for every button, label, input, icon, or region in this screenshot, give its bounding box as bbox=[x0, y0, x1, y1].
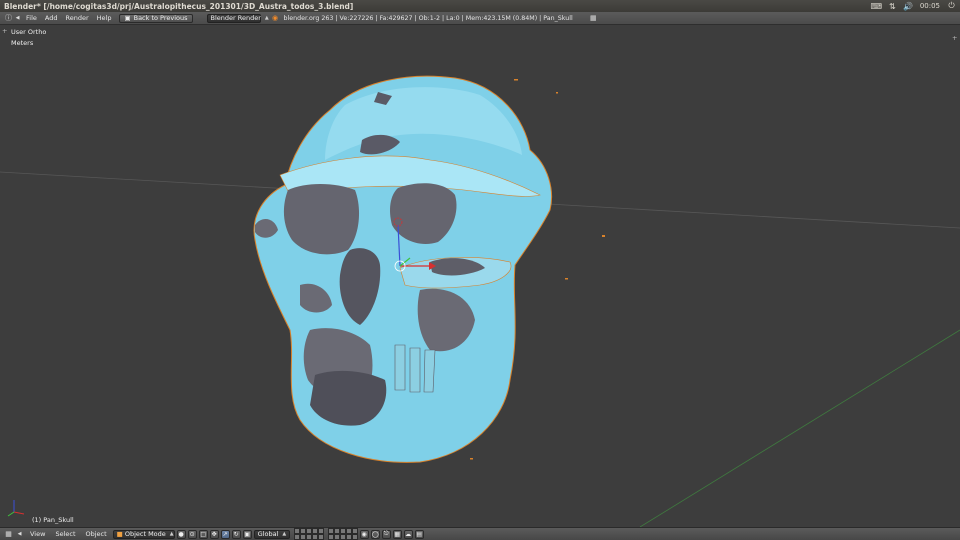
window-titlebar: Blender* [/home/cogitas3d/prj/Australopi… bbox=[0, 0, 960, 12]
render-engine-select[interactable]: Blender Render ▲ bbox=[206, 13, 269, 23]
menu-add[interactable]: Add bbox=[41, 14, 62, 22]
pivot-point-button[interactable]: ⊙ bbox=[187, 529, 197, 539]
view-name: User Ortho bbox=[11, 28, 47, 36]
active-object-label: (1) Pan_Skull bbox=[32, 516, 74, 524]
translate-manipulator-button[interactable]: ↗ bbox=[220, 529, 230, 539]
info-header: ⓘ ◀ File Add Render Help ▣ Back to Previ… bbox=[0, 12, 960, 25]
viewport-scene[interactable] bbox=[0, 25, 960, 527]
layer-buttons-2[interactable] bbox=[327, 528, 358, 540]
render-preview-button[interactable]: ☁ bbox=[403, 529, 413, 539]
mode-arrows-icon: ▲ bbox=[169, 531, 174, 537]
menu-file[interactable]: File bbox=[22, 14, 41, 22]
clock[interactable]: 00:05 bbox=[920, 2, 940, 10]
screen-icon: ▣ bbox=[124, 14, 131, 22]
object-mode-icon: ■ bbox=[116, 530, 123, 538]
menu-render[interactable]: Render bbox=[61, 14, 92, 22]
window-title: Blender* [/home/cogitas3d/prj/Australopi… bbox=[4, 1, 354, 11]
menu-object[interactable]: Object bbox=[82, 530, 111, 538]
blender-logo-icon: ◉ bbox=[271, 14, 279, 22]
report-icon[interactable]: ▦ bbox=[589, 14, 598, 23]
unit-label: Meters bbox=[11, 39, 34, 47]
select-arrows-icon: ▲ bbox=[264, 15, 269, 21]
skull-mesh[interactable] bbox=[253, 75, 553, 463]
rotate-manipulator-button[interactable]: ↻ bbox=[231, 529, 241, 539]
collapse-menu-icon[interactable]: ◀ bbox=[13, 14, 22, 23]
mode-select[interactable]: ■ Object Mode ▲ bbox=[112, 529, 175, 539]
menu-help[interactable]: Help bbox=[93, 14, 116, 22]
power-icon[interactable]: ⏻ bbox=[947, 1, 956, 11]
limit-selection-button[interactable]: □ bbox=[198, 529, 208, 539]
system-tray: ⌨ ⇅ 🔊 00:05 ⏻ bbox=[871, 1, 956, 11]
axis-widget bbox=[7, 500, 25, 517]
manipulator-toggle-button[interactable]: ✥ bbox=[209, 529, 219, 539]
lock-camera-button[interactable]: ◉ bbox=[359, 529, 369, 539]
render-engine-value: Blender Render bbox=[210, 14, 261, 22]
orientation-value: Global bbox=[257, 530, 279, 538]
viewport-shading-button[interactable]: ● bbox=[176, 529, 186, 539]
orientation-arrows-icon: ▲ bbox=[282, 531, 287, 537]
collapse-menu-icon-bottom[interactable]: ◀ bbox=[15, 530, 24, 539]
menu-select[interactable]: Select bbox=[51, 530, 79, 538]
properties-toggle-icon[interactable]: + bbox=[952, 34, 957, 42]
toolshelf-toggle-icon[interactable]: + bbox=[2, 27, 7, 35]
network-icon[interactable]: ⇅ bbox=[888, 2, 897, 11]
y-axis-line bbox=[639, 329, 960, 527]
transform-orientation-select[interactable]: Global ▲ bbox=[253, 529, 290, 539]
proportional-edit-button[interactable]: ◯ bbox=[370, 529, 380, 539]
menu-view[interactable]: View bbox=[26, 530, 49, 538]
layer-buttons[interactable] bbox=[293, 528, 324, 540]
sound-icon[interactable]: 🔊 bbox=[903, 2, 913, 11]
scale-manipulator-button[interactable]: ▣ bbox=[242, 529, 252, 539]
3d-viewport[interactable]: User Ortho Meters (1) Pan_Skull + + bbox=[0, 25, 960, 527]
back-to-previous-button[interactable]: ▣ Back to Previous bbox=[119, 13, 193, 23]
scene-stats: blender.org 263 | Ve:227226 | Fa:429627 … bbox=[283, 14, 573, 22]
snap-element-button[interactable]: ▦ bbox=[392, 529, 402, 539]
3d-view-header: ▦ ◀ View Select Object ■ Object Mode ▲ ●… bbox=[0, 527, 960, 540]
back-to-previous-label: Back to Previous bbox=[133, 14, 188, 22]
snap-toggle-button[interactable]: ⎋ bbox=[381, 529, 391, 539]
render-animation-button[interactable]: ▤ bbox=[414, 529, 424, 539]
mode-value: Object Mode bbox=[124, 530, 166, 538]
editor-type-3d-icon[interactable]: ▦ bbox=[4, 530, 13, 539]
editor-type-icon[interactable]: ⓘ bbox=[4, 14, 13, 23]
keyboard-icon[interactable]: ⌨ bbox=[871, 2, 883, 11]
